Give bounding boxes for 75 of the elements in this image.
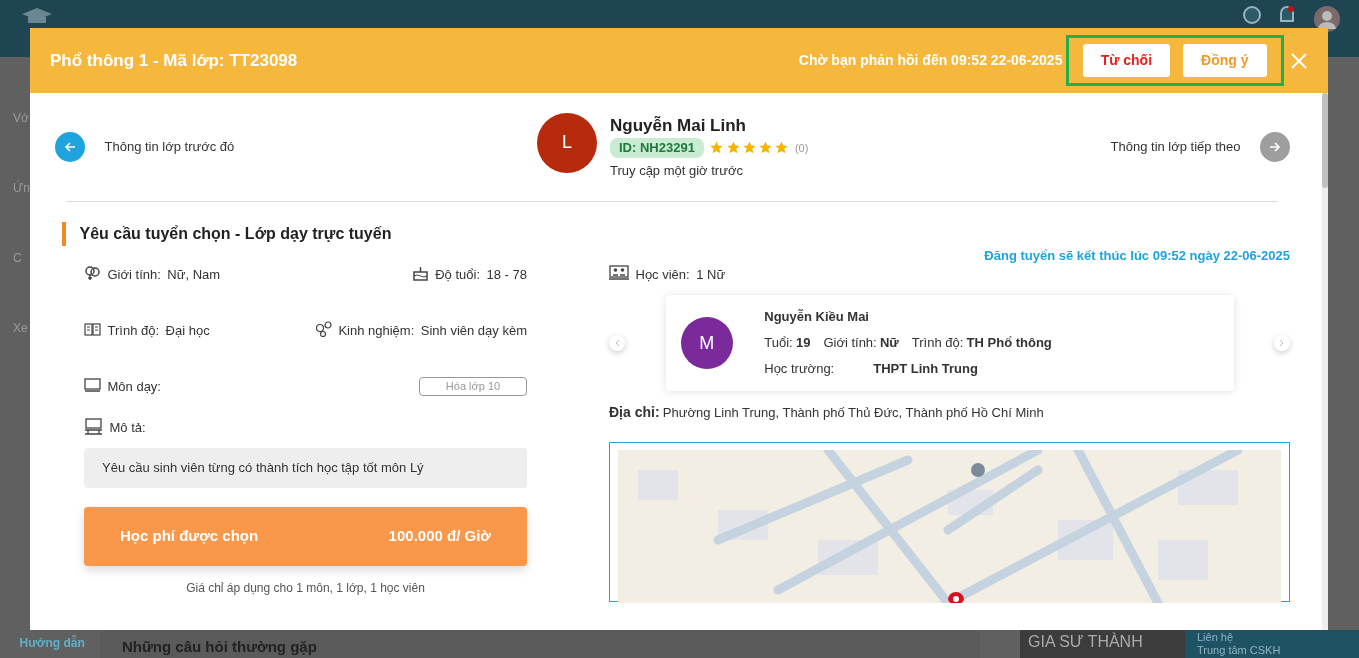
- section-title: Yêu cầu tuyển chọn - Lớp dạy trực tuyến: [61, 221, 1290, 246]
- requirement-label: Kinh nghiệm:: [338, 322, 415, 340]
- chevron-right-icon: [1279, 339, 1285, 347]
- requirement-value: 18 - 78: [486, 266, 527, 284]
- address-label: Địa chỉ:: [609, 403, 660, 422]
- student-field-label: Học trường:: [764, 360, 835, 379]
- previous-button[interactable]: [55, 131, 85, 162]
- next-label[interactable]: Thông tin lớp tiếp theo: [1110, 136, 1241, 157]
- sidebar-item[interactable]: Ứn: [13, 179, 30, 197]
- sidebar-item[interactable]: Xe: [13, 319, 28, 337]
- requirement-value: Đại học: [165, 322, 210, 340]
- sidebar-item[interactable]: Vớ: [13, 109, 29, 127]
- previous-label[interactable]: Thông tin lớp trước đó: [104, 136, 235, 157]
- book-icon: [84, 321, 101, 338]
- star-icon: [759, 141, 773, 155]
- modal-title: Phổ thông 1 - Mã lớp: TT23098: [50, 49, 298, 72]
- reject-button[interactable]: Từ chối: [1082, 44, 1171, 77]
- response-deadline: Chờ bạn phản hồi đến 09:52 22-06-2025: [798, 51, 1063, 70]
- tutor-id-badge: ID: NH23291: [610, 138, 704, 158]
- student-field-label: Tuổi:: [764, 334, 793, 353]
- chevron-left-icon: [614, 339, 620, 347]
- monitor-icon: [84, 377, 101, 392]
- tutor-name: Nguyễn Mai Linh: [610, 114, 747, 137]
- tutor-avatar: L: [537, 112, 597, 173]
- end-notice: Đăng tuyển sẽ kết thúc lúc 09:52 ngày 22-06-2025: [984, 246, 1290, 265]
- arrow-left-icon: [64, 140, 76, 153]
- help-icon: [1242, 6, 1261, 24]
- student-field-label: Giới tính:: [823, 334, 877, 353]
- contact-panel[interactable]: Liên hệ Trung tâm CSKH: [1185, 630, 1359, 658]
- contact-subtitle: Trung tâm CSKH: [1197, 644, 1282, 657]
- requirement-value: Sinh viên dạy kèm: [420, 322, 527, 340]
- close-icon[interactable]: [1290, 51, 1308, 70]
- star-icon: [742, 141, 756, 155]
- contact-title: Liên hệ: [1197, 631, 1235, 644]
- guide-link[interactable]: Hướng dẫn: [19, 635, 85, 650]
- student-name: Nguyễn Kiều Mai: [764, 308, 870, 327]
- description-text: Yêu cầu sinh viên từng có thành tích học tập tốt môn Lý: [84, 448, 527, 488]
- requirement-label: Trình độ:: [107, 322, 160, 340]
- star-icon: [710, 141, 724, 155]
- sidebar-item[interactable]: C: [13, 249, 22, 267]
- faq-heading: Những câu hỏi thường gặp: [100, 629, 980, 658]
- subject-tag: Hóa lớp 10: [419, 377, 527, 396]
- arrow-right-icon: [1269, 140, 1281, 153]
- cake-icon: [411, 265, 429, 282]
- carousel-prev-button[interactable]: [609, 335, 625, 351]
- requirement-label: Độ tuổi:: [435, 266, 480, 284]
- student-field-value: THPT Linh Trung: [873, 360, 978, 379]
- last-seen: Truy cập một giờ trước: [610, 161, 744, 180]
- fee-label: Học phí được chọn: [120, 526, 259, 546]
- fee-value: 100.000 đ/ Giờ: [388, 526, 491, 546]
- student-avatar: M: [680, 317, 733, 369]
- carousel-next-button[interactable]: [1274, 335, 1290, 351]
- requirement-label: Giới tính:: [107, 266, 161, 284]
- student-field-value: Nữ: [879, 334, 899, 353]
- rating-count: (0): [794, 140, 809, 156]
- next-button[interactable]: [1260, 131, 1290, 162]
- gears-icon: [314, 321, 332, 338]
- desk-icon: [84, 418, 103, 435]
- bell-icon: [1280, 6, 1294, 22]
- requirement-value: Nữ, Nam: [167, 266, 221, 284]
- subjects-label: Môn dạy:: [107, 378, 161, 396]
- students-label: Học viên:: [635, 266, 690, 284]
- students-value: 1 Nữ: [696, 266, 726, 284]
- accept-button[interactable]: Đồng ý: [1183, 44, 1267, 77]
- student-field-label: Trình độ:: [911, 334, 964, 353]
- address-value: Phường Linh Trung, Thành phố Thủ Đức, Thành phố Hồ Chí Minh: [662, 404, 1044, 422]
- scrollbar[interactable]: [1322, 93, 1328, 630]
- gender-icon: [84, 265, 101, 282]
- star-icon: [726, 141, 740, 155]
- students-icon: [609, 265, 629, 280]
- description-label: Mô tả:: [109, 419, 146, 437]
- star-icon: [775, 141, 789, 155]
- fee-note: Giá chỉ áp dụng cho 1 môn, 1 lớp, 1 học viên: [185, 579, 426, 597]
- student-field-value: TH Phổ thông: [966, 334, 1052, 353]
- student-field-value: 19: [795, 334, 811, 353]
